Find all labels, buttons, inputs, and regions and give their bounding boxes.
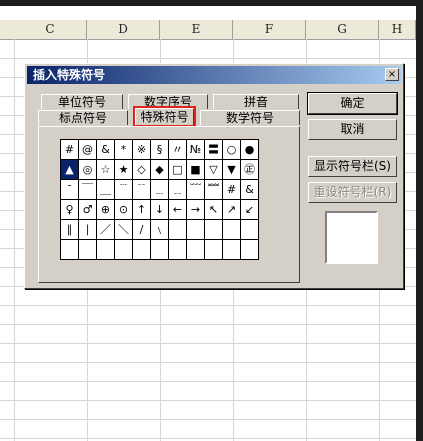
column-header-f[interactable]: F [233, 20, 306, 39]
symbol-cell[interactable]: ↖ [205, 200, 223, 220]
symbol-preview-box [325, 211, 378, 264]
symbol-cell[interactable]: → [187, 200, 205, 220]
symbol-cell[interactable] [187, 240, 205, 260]
symbol-cell[interactable]: ▼ [223, 160, 241, 180]
symbol-cell[interactable]: ♂ [79, 200, 97, 220]
symbol-cell[interactable]: ＿ [97, 180, 115, 200]
symbol-cell[interactable] [133, 240, 151, 260]
symbol-cell[interactable] [223, 240, 241, 260]
symbol-cell[interactable]: ← [169, 200, 187, 220]
symbol-cell[interactable] [169, 240, 187, 260]
symbol-cell[interactable]: № [187, 140, 205, 160]
dialog-titlebar[interactable]: 插入特殊符号 × [27, 66, 401, 84]
symbol-cell[interactable]: ↗ [223, 200, 241, 220]
symbol-cell[interactable]: □ [169, 160, 187, 180]
symbol-cell[interactable] [97, 240, 115, 260]
symbol-cell[interactable]: & [97, 140, 115, 160]
gridline-horizontal [0, 438, 416, 439]
reset-symbol-bar-button: 重设符号栏(R) [308, 182, 397, 203]
gridline-horizontal [0, 419, 416, 420]
close-icon: × [387, 69, 397, 80]
tab-math-symbols[interactable]: 数学符号 [200, 110, 300, 125]
symbol-cell[interactable]: @ [79, 140, 97, 160]
symbol-cell[interactable]: ⊕ [97, 200, 115, 220]
symbol-cell[interactable]: ⊙ [115, 200, 133, 220]
symbol-cell[interactable]: ˉ [61, 180, 79, 200]
symbol-cell[interactable]: ￣ [79, 180, 97, 200]
symbol-cell[interactable] [223, 220, 241, 240]
symbol-cell[interactable] [79, 240, 97, 260]
tab-special-symbols[interactable]: 特殊符号 [135, 108, 194, 127]
column-header-e[interactable]: E [160, 20, 233, 39]
symbol-cell[interactable]: ∕ [133, 220, 151, 240]
symbol-cell[interactable]: ■ [187, 160, 205, 180]
column-header-g[interactable]: G [306, 20, 379, 39]
tab-unit-symbols[interactable]: 单位符号 [41, 94, 123, 109]
gridline-horizontal [0, 381, 416, 382]
symbol-cell[interactable]: ﹨ [151, 220, 169, 240]
tab-number-sequence[interactable]: 数字序号 [128, 94, 208, 109]
tab-punctuation[interactable]: 标点符号 [38, 110, 128, 125]
symbol-cell[interactable] [241, 220, 259, 240]
symbol-cell[interactable]: ㊣ [241, 160, 259, 180]
symbol-cell[interactable]: ↓ [151, 200, 169, 220]
column-header-d[interactable]: D [87, 20, 160, 39]
symbol-cell[interactable]: ∣ [79, 220, 97, 240]
symbol-cell[interactable]: # [61, 140, 79, 160]
symbol-cell[interactable]: ▽ [205, 160, 223, 180]
window-frame-right [416, 0, 423, 441]
symbol-cell[interactable]: ﹋ [187, 180, 205, 200]
symbol-cell[interactable] [115, 240, 133, 260]
symbol-cell[interactable] [241, 240, 259, 260]
symbol-cell[interactable]: ↑ [133, 200, 151, 220]
symbol-cell[interactable]: § [151, 140, 169, 160]
symbol-cell[interactable]: ﹊ [133, 180, 151, 200]
symbol-cell[interactable]: # [223, 180, 241, 200]
gridline-horizontal [0, 362, 416, 363]
symbol-cell[interactable]: ↙ [241, 200, 259, 220]
symbol-cell[interactable]: ﹉ [115, 180, 133, 200]
symbol-cell[interactable]: ∥ [61, 220, 79, 240]
symbol-grid: # @ & * ※ § 〃 № 〓 ○ ● ▲ ◎ ☆ ★ ◇ ◆ □ ■ ▽ ▼ ㊣ ˉ ￣ ＿ ﹉ ﹊ ﹍ ﹎ ﹋ ﹌ # & ♀ ♂ ⊕ ⊙ ↑ ↓ ←… [60, 139, 259, 260]
dialog-title: 插入特殊符号 [33, 68, 106, 82]
symbol-cell[interactable]: ﹎ [169, 180, 187, 200]
symbol-cell[interactable]: 〓 [205, 140, 223, 160]
column-header-c[interactable]: C [14, 20, 87, 39]
symbol-cell[interactable]: ◇ [133, 160, 151, 180]
symbol-cell[interactable]: ● [241, 140, 259, 160]
column-header-row: C D E F G H [0, 20, 416, 40]
gridline-horizontal [0, 324, 416, 325]
symbol-cell[interactable]: ○ [223, 140, 241, 160]
symbol-cell[interactable]: ／ [97, 220, 115, 240]
symbol-cell[interactable] [61, 240, 79, 260]
symbol-cell[interactable] [187, 220, 205, 240]
symbol-cell[interactable] [205, 240, 223, 260]
close-button[interactable]: × [385, 68, 399, 81]
symbol-cell[interactable] [169, 220, 187, 240]
symbol-cell[interactable]: ◆ [151, 160, 169, 180]
symbol-cell[interactable]: ★ [115, 160, 133, 180]
show-symbol-bar-button[interactable]: 显示符号栏(S) [308, 156, 397, 177]
symbol-cell[interactable]: ＼ [115, 220, 133, 240]
symbol-cell[interactable]: ﹍ [151, 180, 169, 200]
gridline-horizontal [0, 305, 416, 306]
symbol-cell[interactable] [151, 240, 169, 260]
symbol-cell[interactable]: 〃 [169, 140, 187, 160]
symbol-cell[interactable]: ※ [133, 140, 151, 160]
symbol-cell[interactable] [205, 220, 223, 240]
gridline-horizontal [0, 343, 416, 344]
cancel-button[interactable]: 取消 [308, 119, 397, 140]
gridline-horizontal [0, 58, 416, 59]
tab-pinyin[interactable]: 拼音 [213, 94, 299, 109]
symbol-cell[interactable]: ☆ [97, 160, 115, 180]
column-header-h[interactable]: H [379, 20, 416, 39]
symbol-cell[interactable]: ◎ [79, 160, 97, 180]
symbol-cell[interactable]: ▲ [61, 160, 79, 180]
symbol-cell[interactable]: & [241, 180, 259, 200]
ok-button[interactable]: 确定 [307, 92, 398, 115]
symbol-cell[interactable]: * [115, 140, 133, 160]
gridline-horizontal [0, 400, 416, 401]
symbol-cell[interactable]: ♀ [61, 200, 79, 220]
symbol-cell[interactable]: ﹌ [205, 180, 223, 200]
